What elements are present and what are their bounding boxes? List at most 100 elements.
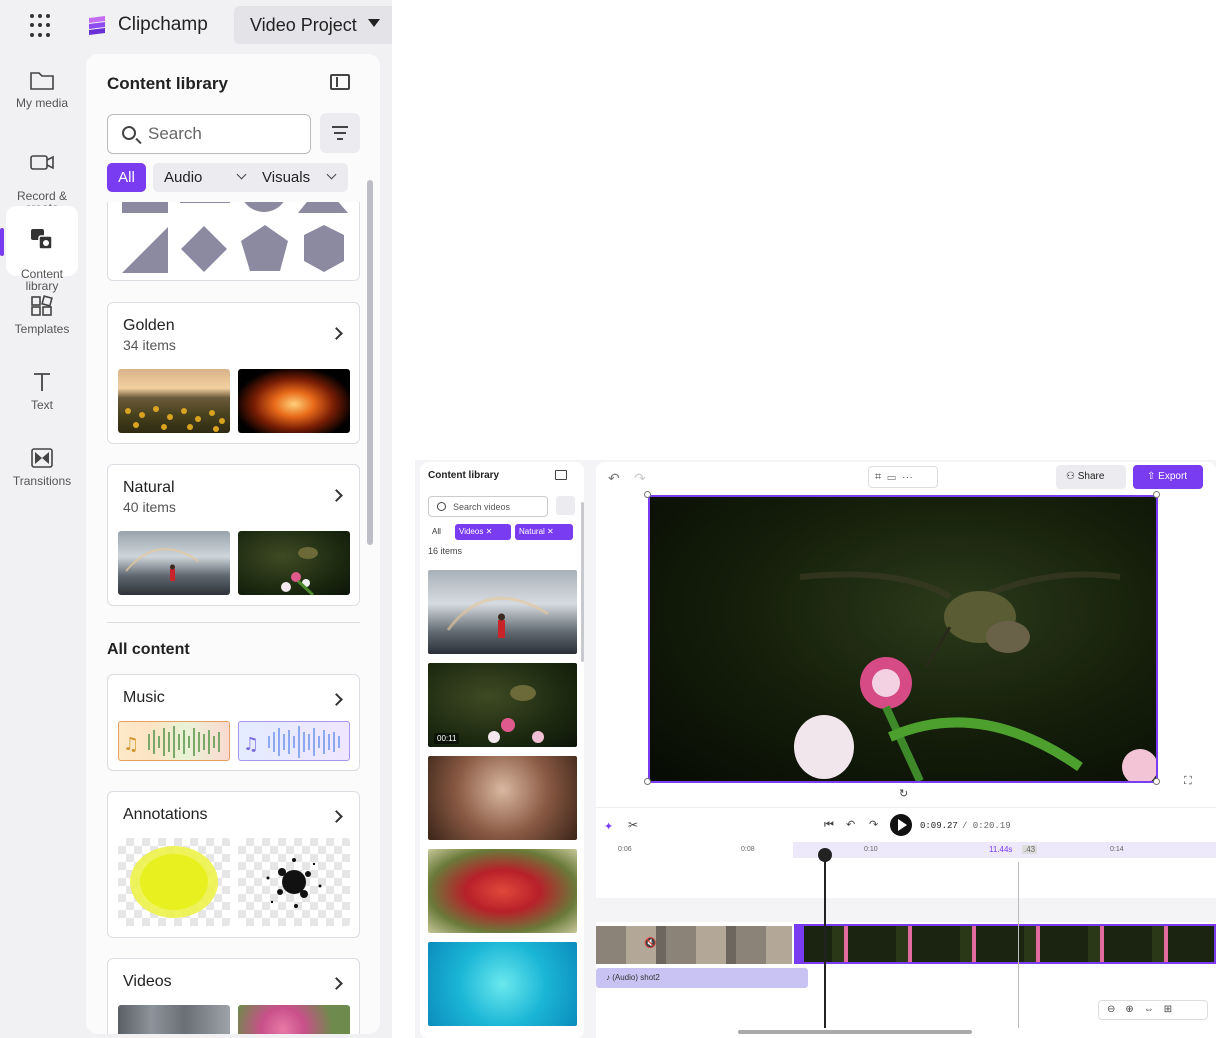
- collapse-panel-icon[interactable]: [555, 470, 567, 480]
- trim-handle[interactable]: [794, 924, 804, 964]
- timeline-ruler: 0:06 0:08 0:10 11.44s .43 0:14: [596, 842, 1216, 862]
- rail-item-record-create[interactable]: Record & create: [6, 138, 78, 214]
- chip-videos[interactable]: Videos ✕: [455, 524, 511, 540]
- waterfall-figure: [125, 548, 199, 581]
- music-waveform: ♫: [243, 726, 340, 758]
- category-title: Videos: [123, 973, 172, 990]
- people-icon: ⚇: [1066, 471, 1075, 482]
- chip-all[interactable]: All: [107, 163, 146, 192]
- video-preview[interactable]: [648, 495, 1158, 783]
- thumbnail-ink-splatter: [238, 838, 350, 926]
- collection-card-golden[interactable]: Golden 34 items: [107, 302, 360, 444]
- resize-handle[interactable]: [1153, 491, 1160, 498]
- resize-handle[interactable]: [644, 491, 651, 498]
- result-thumbnail-waterfall[interactable]: [428, 570, 577, 654]
- chip-videos-label: Videos: [459, 527, 484, 536]
- result-thumbnail-red-flower[interactable]: [428, 849, 577, 933]
- active-rail-indicator: [0, 228, 4, 256]
- video-clip-2[interactable]: [794, 924, 1216, 964]
- filter-icon[interactable]: [556, 496, 575, 515]
- search-icon: [122, 126, 136, 140]
- split-icon[interactable]: ✂: [628, 818, 638, 832]
- embedded-search-placeholder: Search videos: [453, 502, 511, 512]
- skip-back-icon[interactable]: ⏮: [824, 819, 834, 832]
- video-track[interactable]: 🔇: [596, 924, 1216, 964]
- waterfall-figure: [446, 596, 549, 638]
- redo-icon[interactable]: ↷: [634, 470, 646, 487]
- panel-scrollbar[interactable]: [581, 502, 584, 662]
- fullscreen-icon[interactable]: ⛶: [1184, 775, 1192, 788]
- rail-item-templates[interactable]: Templates: [6, 294, 78, 350]
- zoom-out-icon[interactable]: ⊖: [1107, 1004, 1125, 1015]
- undo-icon[interactable]: ↶: [608, 470, 620, 487]
- rail-item-content-library[interactable]: Content library: [6, 206, 78, 292]
- share-label: Share: [1077, 471, 1105, 482]
- play-button[interactable]: [890, 814, 912, 836]
- filter-button[interactable]: [320, 113, 360, 153]
- result-thumbnail-hummingbird[interactable]: 00:11: [428, 663, 577, 747]
- close-icon[interactable]: ✕: [547, 527, 554, 536]
- hummingbird-frame: [794, 571, 1156, 781]
- embedded-search-input[interactable]: Search videos: [428, 496, 548, 517]
- filter-icon-line: [337, 138, 343, 140]
- collection-count: 40 items: [123, 499, 176, 515]
- horizontal-scrollbar[interactable]: [738, 1030, 972, 1034]
- marker-line: [1018, 862, 1019, 1028]
- playhead[interactable]: [818, 848, 832, 1028]
- thumbnail-waterfall: [118, 531, 230, 595]
- resize-handle[interactable]: [1153, 778, 1160, 785]
- chip-visuals[interactable]: Visuals: [251, 163, 348, 192]
- rail-item-text[interactable]: Text: [6, 370, 78, 426]
- expand-icon[interactable]: ⊞: [1164, 1004, 1182, 1015]
- text-icon: [34, 373, 50, 391]
- magic-icon[interactable]: ✦: [604, 820, 613, 833]
- category-card-annotations[interactable]: Annotations: [107, 791, 360, 938]
- chip-audio[interactable]: Audio: [153, 163, 259, 192]
- mute-icon[interactable]: 🔇: [644, 938, 656, 949]
- share-button[interactable]: ⚇ Share: [1056, 465, 1126, 489]
- more-icon[interactable]: ⋯: [902, 471, 913, 483]
- crop-icon[interactable]: ⌗: [875, 471, 881, 483]
- rotate-icon[interactable]: ↻: [899, 787, 908, 800]
- video-clip-1[interactable]: 🔇: [596, 926, 792, 964]
- category-card-music[interactable]: Music ♫ ♫: [107, 674, 360, 771]
- fit-width-icon[interactable]: ⇔: [1144, 1004, 1164, 1015]
- chevron-down-icon: [236, 169, 247, 180]
- collection-card-natural[interactable]: Natural 40 items: [107, 464, 360, 606]
- collapse-panel-icon[interactable]: [330, 74, 350, 90]
- rail-item-my-media[interactable]: My media: [6, 68, 78, 124]
- shapes-card[interactable]: [107, 202, 360, 281]
- ruler-tick: 0:10: [864, 846, 878, 853]
- export-button[interactable]: ⇧ Export: [1133, 465, 1203, 489]
- audio-clip[interactable]: ♪ (Audio) shot2: [596, 968, 808, 988]
- embedded-editor-screenshot: Content library Search videos All Videos…: [415, 460, 1216, 1038]
- project-name-dropdown[interactable]: Video Project: [234, 6, 392, 44]
- search-input[interactable]: [148, 123, 298, 145]
- content-library-icon: [31, 229, 53, 250]
- folder-icon: [30, 72, 54, 90]
- app-launcher-icon[interactable]: [28, 12, 56, 40]
- search-box[interactable]: [107, 114, 311, 154]
- category-card-videos[interactable]: Videos: [107, 958, 360, 1034]
- forward-icon[interactable]: ↷: [869, 818, 878, 831]
- close-icon[interactable]: ✕: [486, 527, 493, 536]
- panel-title: Content library: [107, 74, 228, 93]
- embedded-library-title: Content library: [428, 470, 500, 481]
- chip-natural-label: Natural: [519, 527, 545, 536]
- chip-all[interactable]: All: [428, 524, 445, 540]
- result-thumbnail-stones[interactable]: [428, 756, 577, 840]
- result-thumbnail-water[interactable]: [428, 942, 577, 1026]
- rail-label: Content library: [20, 267, 64, 293]
- fit-icon[interactable]: ▭: [887, 471, 895, 483]
- editor-canvas-area: ↶ ↷ ⌗ ▭ ⋯ ⚇ Share ⇧ Export ↻ ⛶ ✦ ✂ ⏮ ↶ ↷…: [596, 462, 1216, 1038]
- export-label: Export: [1158, 471, 1188, 482]
- rail-item-transitions[interactable]: Transitions: [6, 446, 78, 502]
- resize-handle[interactable]: [644, 778, 651, 785]
- rewind-icon[interactable]: ↶: [846, 818, 855, 831]
- svg-text:♫: ♫: [243, 734, 259, 755]
- zoom-in-icon[interactable]: ⊕: [1125, 1004, 1143, 1015]
- timeline: ✦ ✂ ⏮ ↶ ↷ 0:09.27 / 0:20.19 0:06 0:08 0:…: [596, 807, 1216, 1038]
- transitions-icon: [31, 448, 53, 468]
- chip-natural[interactable]: Natural ✕: [515, 524, 573, 540]
- chevron-right-icon: [330, 489, 343, 502]
